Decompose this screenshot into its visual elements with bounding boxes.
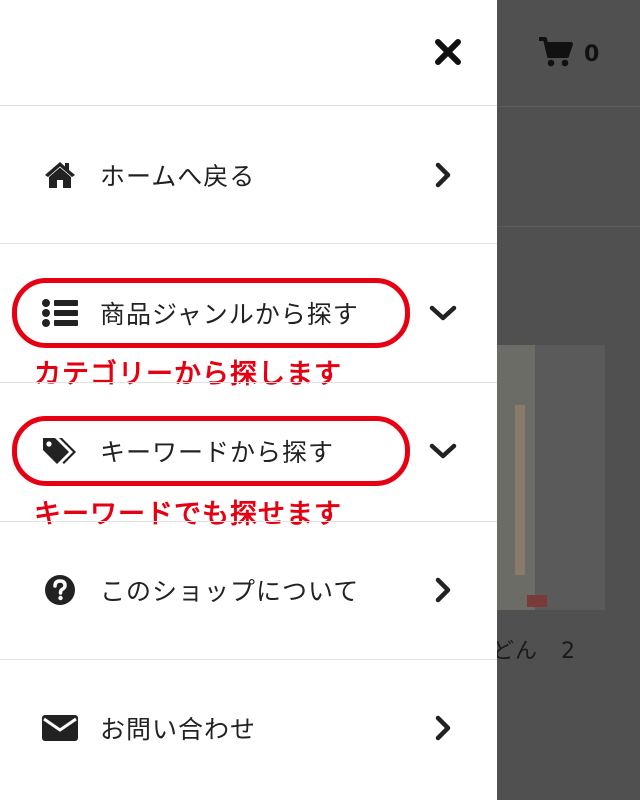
menu-item-about[interactable]: このショップについて	[0, 550, 497, 630]
question-circle-icon	[40, 570, 80, 610]
envelope-icon	[40, 708, 80, 748]
chevron-down-icon	[428, 298, 458, 328]
chevron-right-icon	[428, 575, 458, 605]
menu-item-home[interactable]: ホームへ戻る	[0, 135, 497, 215]
cart-count: 0	[584, 41, 600, 67]
menu-divider	[0, 243, 497, 244]
menu-item-genre[interactable]: 商品ジャンルから探す	[0, 273, 497, 353]
annotation-category: カテゴリーから探します	[34, 359, 342, 390]
menu-divider	[0, 382, 497, 383]
tags-icon	[40, 431, 80, 471]
home-icon	[40, 155, 80, 195]
side-drawer: ホームへ戻る 商品ジャンルから探す カテゴリーから探します キーワードから探す …	[0, 0, 497, 800]
menu-item-label: お問い合わせ	[100, 715, 257, 744]
product-image	[497, 345, 605, 610]
chevron-right-icon	[428, 713, 458, 743]
chevron-down-icon	[428, 436, 458, 466]
menu-item-label: このショップについて	[100, 577, 360, 606]
close-button[interactable]	[430, 36, 466, 72]
menu-divider	[0, 659, 497, 660]
menu-divider	[0, 521, 497, 522]
annotation-keyword: キーワードでも探せます	[34, 499, 342, 530]
chevron-right-icon	[428, 160, 458, 190]
menu-item-keyword[interactable]: キーワードから探す	[0, 411, 497, 491]
product-name: どん 2	[492, 639, 576, 664]
menu-item-label: キーワードから探す	[100, 438, 335, 467]
menu-item-label: 商品ジャンルから探す	[100, 300, 359, 329]
drawer-divider	[0, 105, 497, 106]
list-icon	[40, 293, 80, 333]
menu-item-label: ホームへ戻る	[100, 162, 256, 191]
close-icon	[434, 38, 462, 70]
menu-item-contact[interactable]: お問い合わせ	[0, 688, 497, 768]
header-divider	[497, 106, 640, 107]
cart-button[interactable]: 0	[538, 36, 599, 72]
cart-icon	[538, 36, 574, 72]
content-divider	[497, 226, 640, 227]
